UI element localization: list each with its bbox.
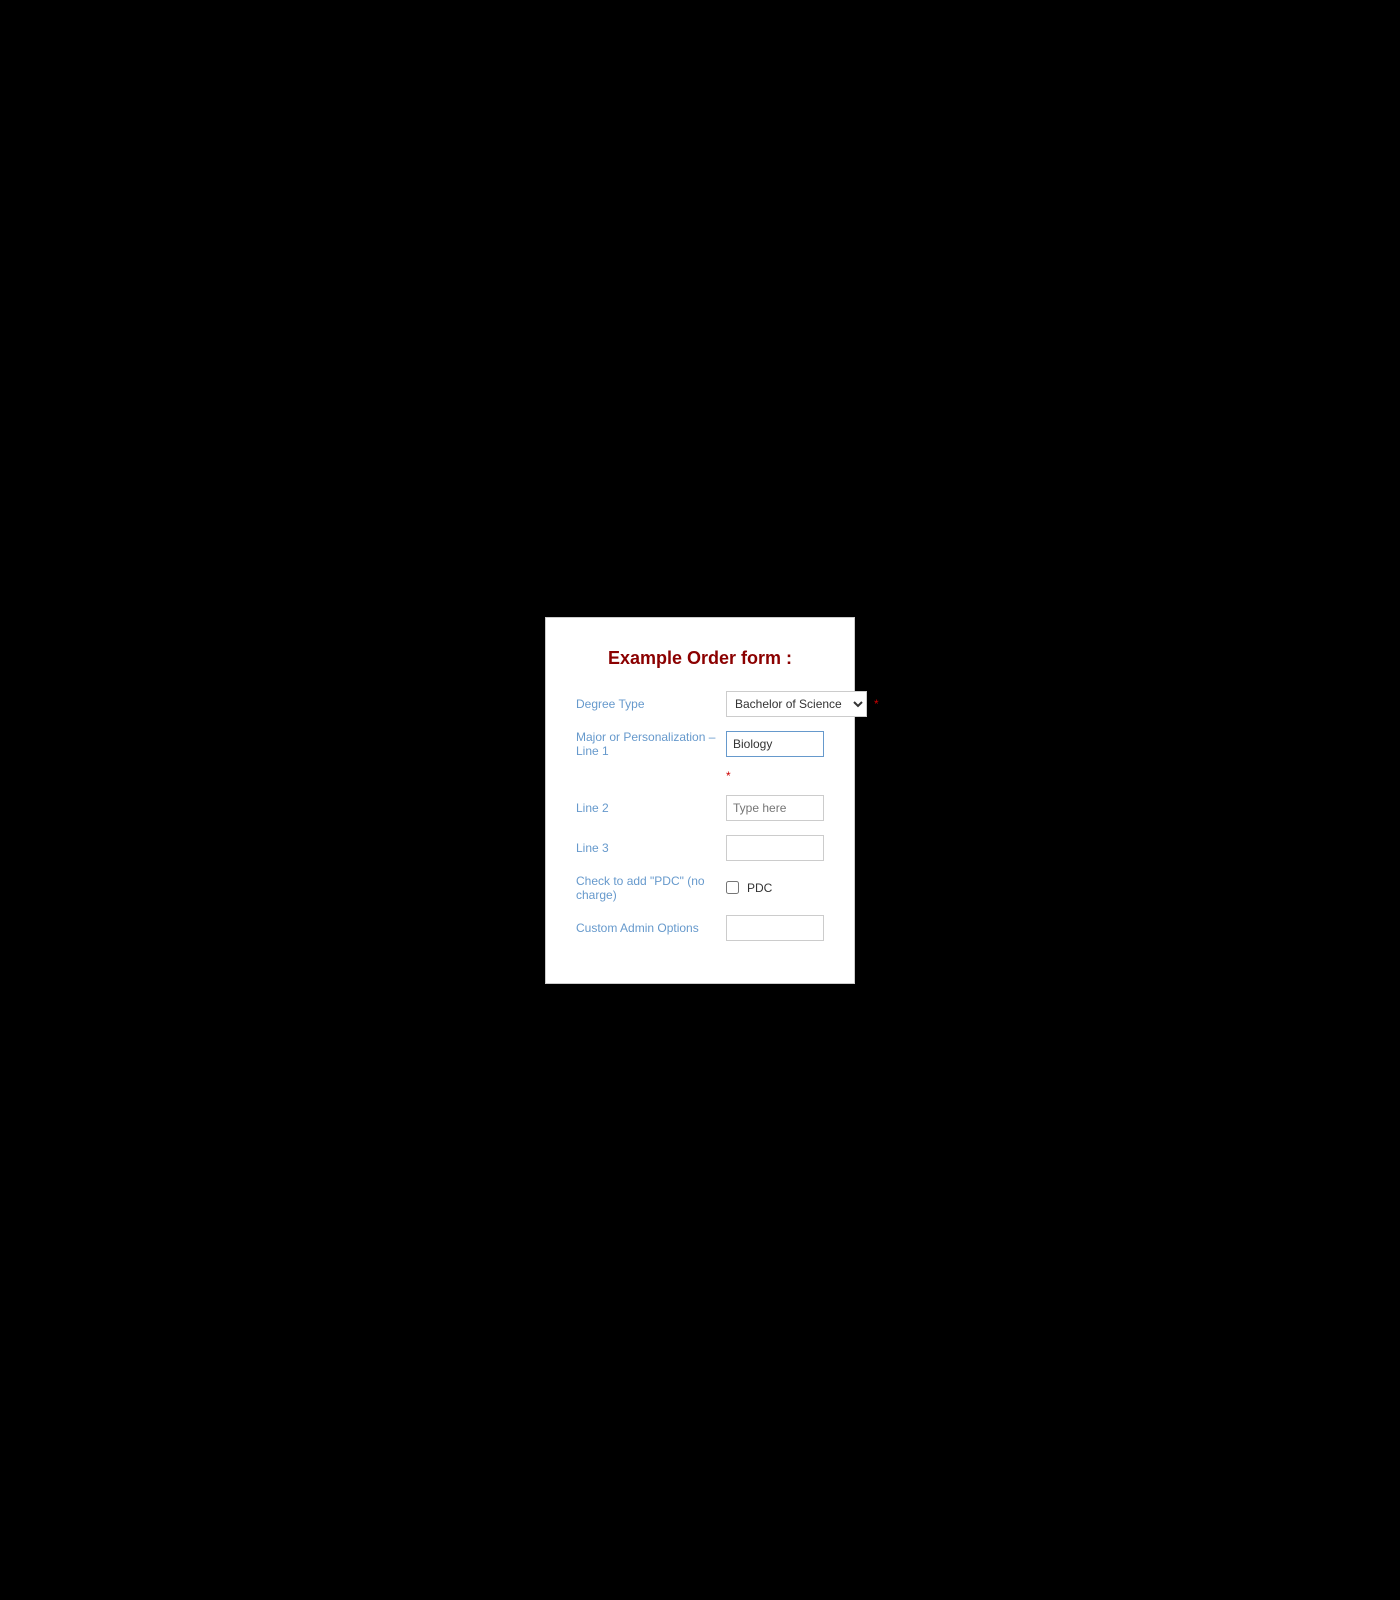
line3-field [726,835,824,861]
custom-admin-row: Custom Admin Options [576,913,824,943]
degree-type-select[interactable]: Bachelor of Science Master of Science Ba… [726,691,867,717]
major-required-star: * [726,769,731,783]
line3-label: Line 3 [576,841,726,855]
pdc-label: Check to add "PDC" (no charge) [576,874,726,902]
pdc-row: Check to add "PDC" (no charge) PDC [576,873,824,903]
major-line1-field [726,731,824,757]
line2-field [726,795,824,821]
major-line1-input[interactable] [726,731,824,757]
line2-label: Line 2 [576,801,726,815]
custom-admin-label: Custom Admin Options [576,921,726,935]
custom-admin-field [726,915,824,941]
form-title: Example Order form : [576,648,824,669]
degree-type-field: Bachelor of Science Master of Science Ba… [726,691,879,717]
degree-type-row: Degree Type Bachelor of Science Master o… [576,689,824,719]
pdc-checkbox-label: PDC [747,881,772,895]
line3-input[interactable] [726,835,824,861]
pdc-checkbox[interactable] [726,881,739,894]
custom-admin-input[interactable] [726,915,824,941]
line2-input[interactable] [726,795,824,821]
line3-row: Line 3 [576,833,824,863]
degree-type-label: Degree Type [576,697,726,711]
major-line1-label: Major or Personalization – Line 1 [576,730,726,758]
order-form-container: Example Order form : Degree Type Bachelo… [545,617,855,984]
major-line1-row: Major or Personalization – Line 1 [576,729,824,759]
pdc-field: PDC [726,881,824,895]
degree-type-required-star: * [874,697,879,711]
line2-row: Line 2 [576,793,824,823]
major-required-row: * [576,769,824,783]
